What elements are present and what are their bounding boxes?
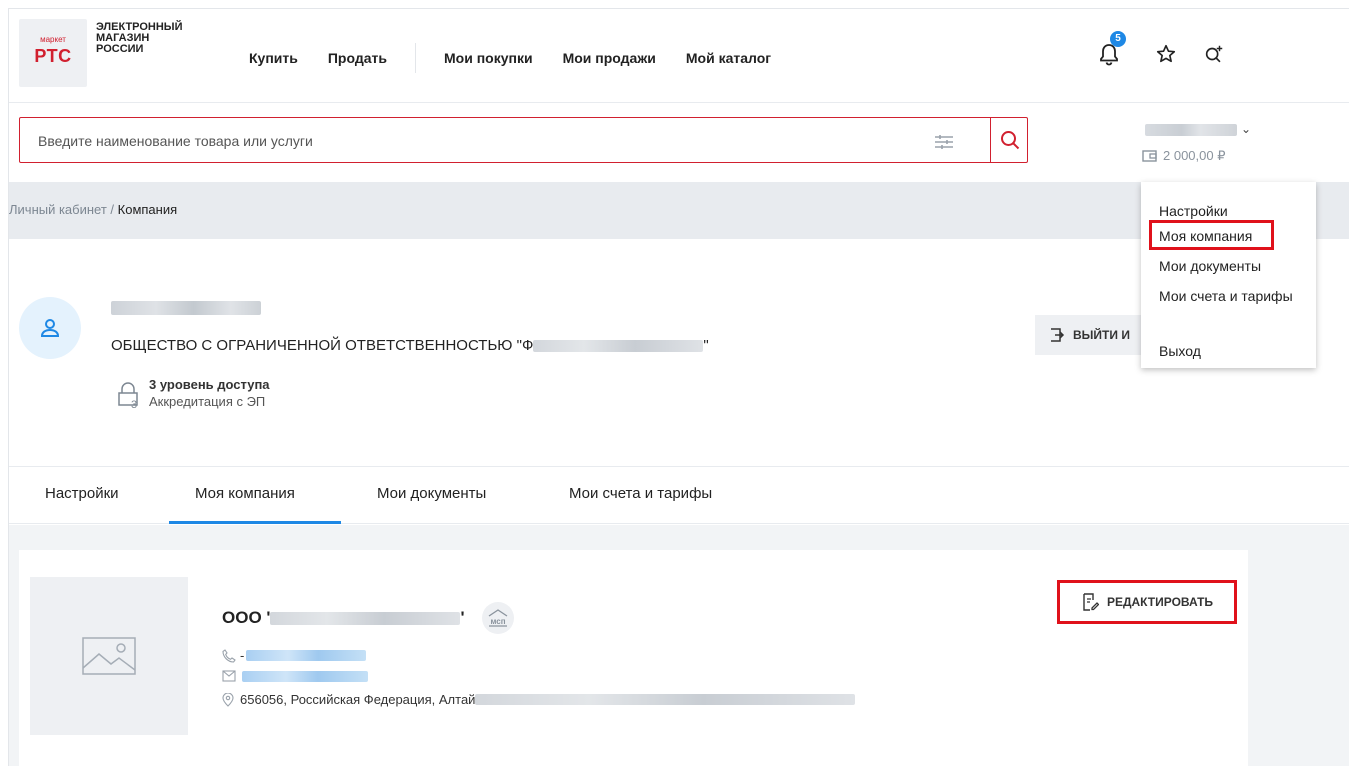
tab-my-company[interactable]: Моя компания (195, 485, 295, 502)
menu-item-accounts-tariffs[interactable]: Мои счета и тарифы (1159, 288, 1293, 304)
chevron-down-icon[interactable]: ⌄ (1241, 122, 1251, 136)
edit-button-label: РЕДАКТИРОВАТЬ (1106, 595, 1214, 609)
email-redacted[interactable] (242, 670, 368, 682)
breadcrumb-current: Компания (117, 202, 178, 217)
mail-icon (222, 670, 236, 682)
nav-buy[interactable]: Купить (249, 50, 298, 66)
tab-my-documents[interactable]: Мои документы (377, 485, 486, 502)
tab-accounts-tariffs[interactable]: Мои счета и тарифы (569, 485, 712, 502)
top-header: маркет РТС ЭЛЕКТРОННЫЙ МАГАЗИН РОССИИ Ку… (9, 9, 1349, 103)
menu-item-logout[interactable]: Выход (1159, 343, 1201, 359)
saved-search-button[interactable] (1199, 39, 1229, 69)
lock-icon: 3 (118, 382, 138, 411)
access-level-title: 3 уровень доступа (149, 377, 270, 392)
phone-prefix: - (240, 648, 245, 663)
company-name-suffix: ' (460, 608, 465, 627)
address-prefix: 656056, Российская Федерация, Алтай (240, 692, 476, 707)
star-icon (1156, 44, 1176, 63)
avatar (19, 297, 81, 359)
profile-tabs: Настройки Моя компания Мои документы Мои… (9, 466, 1349, 524)
company-name-prefix: ООО ' (222, 608, 271, 627)
tab-settings[interactable]: Настройки (45, 485, 119, 502)
notification-badge: 5 (1110, 31, 1126, 47)
search-icon (1001, 131, 1020, 150)
organization-full-name: ОБЩЕСТВО С ОГРАНИЧЕННОЙ ОТВЕТСТВЕННОСТЬЮ… (111, 337, 709, 354)
breadcrumb: Личный кабинет / Компания (9, 202, 177, 217)
nav-my-purchases[interactable]: Мои покупки (444, 50, 533, 66)
msp-badge: мсп (482, 602, 515, 634)
nav-my-catalog[interactable]: Мой каталог (686, 50, 771, 66)
org-name-prefix: ОБЩЕСТВО С ОГРАНИЧЕННОЙ ОТВЕТСТВЕННОСТЬЮ… (111, 337, 534, 354)
company-name-redacted (270, 611, 461, 625)
logo-brand: РТС (34, 46, 72, 66)
location-pin-icon (222, 692, 234, 707)
exit-company-button[interactable]: ВЫЙТИ И (1035, 315, 1155, 355)
company-address: 656056, Российская Федерация, Алтай (222, 692, 856, 707)
search-bar (19, 117, 1028, 163)
user-fullname-redacted (111, 301, 261, 315)
search-input[interactable] (38, 130, 918, 152)
company-email (222, 670, 368, 682)
breadcrumb-root[interactable]: Личный кабинет (9, 202, 107, 217)
search-button[interactable] (990, 117, 1029, 163)
highlight-frame (1149, 220, 1274, 250)
user-icon (40, 319, 60, 337)
access-level-digit: 3 (131, 399, 137, 411)
edit-document-icon (1083, 593, 1099, 611)
company-logo-placeholder[interactable] (30, 577, 188, 735)
company-phone: - (222, 648, 367, 663)
phone-icon (222, 648, 236, 663)
user-name-redacted[interactable] (1145, 124, 1237, 136)
image-placeholder-icon (82, 637, 136, 675)
company-card: ООО ' ' мсп - 656056, Российская Федераци… (19, 550, 1248, 766)
menu-item-my-documents[interactable]: Мои документы (1159, 258, 1261, 274)
breadcrumb-separator: / (106, 202, 118, 217)
nav-sell[interactable]: Продать (328, 50, 387, 66)
main-nav: Купить Продать Мои покупки Мои продажи М… (249, 43, 801, 73)
notifications-button[interactable]: 5 (1094, 31, 1126, 69)
nav-divider (414, 43, 416, 73)
company-short-name: ООО ' ' мсп (222, 602, 515, 634)
filter-icon[interactable] (933, 131, 955, 153)
edit-company-button[interactable]: РЕДАКТИРОВАТЬ (1057, 580, 1237, 624)
accreditation-text: Аккредитация с ЭП (149, 394, 266, 409)
account-balance: 2 000,00 ₽ (1142, 148, 1226, 164)
exit-icon (1051, 328, 1065, 342)
active-tab-indicator (169, 521, 341, 524)
msp-badge-text: мсп (491, 617, 506, 626)
address-redacted (475, 694, 856, 705)
exit-button-label: ВЫЙТИ И (1073, 328, 1130, 342)
org-name-redacted (533, 340, 704, 353)
phone-number-redacted[interactable] (246, 650, 367, 661)
wallet-icon (1142, 150, 1157, 162)
app-window: маркет РТС ЭЛЕКТРОННЫЙ МАГАЗИН РОССИИ Ку… (8, 8, 1349, 766)
nav-my-sales[interactable]: Мои продажи (563, 50, 656, 66)
logo-tagline: ЭЛЕКТРОННЫЙ МАГАЗИН РОССИИ (96, 21, 183, 55)
msp-icon: мсп (489, 609, 508, 627)
user-dropdown-menu: Настройки Моя компания Мои документы Мои… (1141, 182, 1316, 368)
favorites-button[interactable] (1151, 39, 1181, 69)
logo-market-text: маркет (40, 35, 66, 44)
org-name-suffix: " (703, 337, 709, 354)
logo[interactable]: маркет РТС (19, 19, 87, 87)
search-plus-icon (1205, 45, 1223, 63)
menu-item-settings[interactable]: Настройки (1159, 203, 1228, 219)
balance-amount: 2 000,00 ₽ (1163, 148, 1226, 163)
